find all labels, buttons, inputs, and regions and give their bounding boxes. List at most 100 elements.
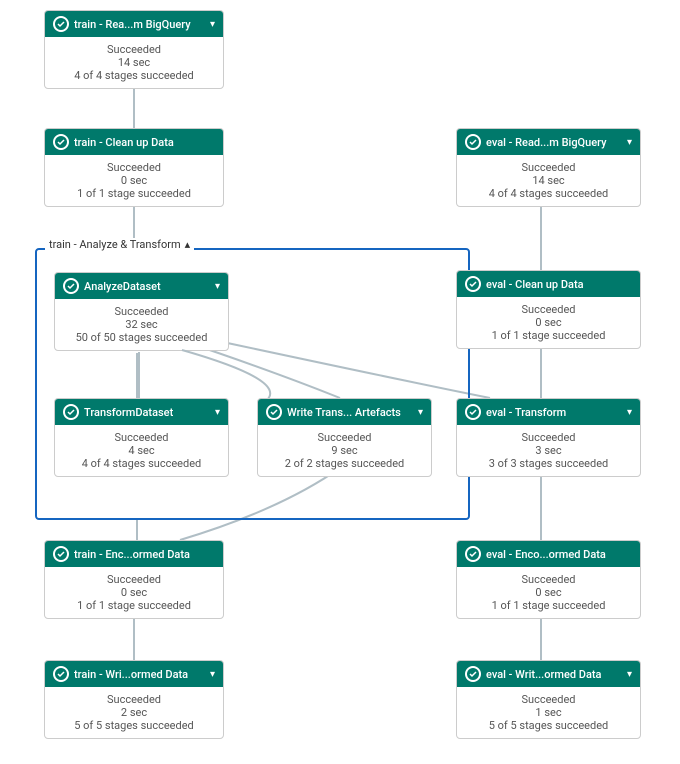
train-written-node[interactable]: train - Wri...ormed Data ▾ Succeeded 2 s… — [44, 660, 224, 739]
chevron-down-icon: ▾ — [210, 669, 215, 680]
transform-dataset-time: 4 sec — [63, 444, 220, 457]
train-encoded-stages: 1 of 1 stage succeeded — [53, 599, 215, 612]
eval-transform-title: eval - Transform — [486, 406, 622, 419]
pipeline-canvas: train - Rea...m BigQuery ▾ Succeeded 14 … — [0, 0, 680, 764]
group-title: train - Analyze & Transform — [49, 238, 181, 251]
train-cleanup-body: Succeeded 0 sec 1 of 1 stage succeeded — [45, 155, 223, 206]
eval-read-bigquery-title: eval - Read...m BigQuery — [486, 136, 622, 149]
eval-encoded-header: eval - Enco...ormed Data — [457, 541, 640, 567]
eval-written-status: Succeeded — [465, 693, 632, 706]
eval-written-time: 1 sec — [465, 706, 632, 719]
train-analyze-transform-group: train - Analyze & Transform ▴ AnalyzeDat… — [35, 248, 470, 520]
eval-encoded-time: 0 sec — [465, 586, 632, 599]
train-encoded-node[interactable]: train - Enc...ormed Data Succeeded 0 sec… — [44, 540, 224, 619]
train-written-header: train - Wri...ormed Data ▾ — [45, 661, 223, 687]
analyze-dataset-status: Succeeded — [63, 305, 220, 318]
train-read-bigquery-title: train - Rea...m BigQuery — [74, 18, 205, 31]
eval-written-title: eval - Writ...ormed Data — [486, 668, 622, 681]
analyze-dataset-time: 32 sec — [63, 318, 220, 331]
eval-read-bigquery-status: Succeeded — [465, 161, 632, 174]
train-read-bigquery-status: Succeeded — [53, 43, 215, 56]
analyze-dataset-body: Succeeded 32 sec 50 of 50 stages succeed… — [55, 299, 228, 350]
eval-cleanup-title: eval - Clean up Data — [486, 278, 632, 291]
success-icon — [63, 278, 79, 294]
train-written-stages: 5 of 5 stages succeeded — [53, 719, 215, 732]
transform-dataset-title: TransformDataset — [84, 406, 210, 419]
train-read-bigquery-node[interactable]: train - Rea...m BigQuery ▾ Succeeded 14 … — [44, 10, 224, 89]
eval-encoded-stages: 1 of 1 stage succeeded — [465, 599, 632, 612]
eval-written-header: eval - Writ...ormed Data ▾ — [457, 661, 640, 687]
eval-read-bigquery-stages: 4 of 4 stages succeeded — [465, 187, 632, 200]
write-transform-artefacts-header: Write Trans... Artefacts ▾ — [258, 399, 431, 425]
eval-transform-status: Succeeded — [465, 431, 632, 444]
eval-read-bigquery-body: Succeeded 14 sec 4 of 4 stages succeeded — [457, 155, 640, 206]
train-written-title: train - Wri...ormed Data — [74, 668, 205, 681]
success-icon — [465, 546, 481, 562]
success-icon — [465, 404, 481, 420]
write-transform-artefacts-body: Succeeded 9 sec 2 of 2 stages succeeded — [258, 425, 431, 476]
eval-transform-node[interactable]: eval - Transform ▾ Succeeded 3 sec 3 of … — [456, 398, 641, 477]
write-transform-artefacts-status: Succeeded — [266, 431, 423, 444]
success-icon — [465, 276, 481, 292]
chevron-down-icon: ▾ — [627, 669, 632, 680]
eval-transform-body: Succeeded 3 sec 3 of 3 stages succeeded — [457, 425, 640, 476]
eval-cleanup-header: eval - Clean up Data — [457, 271, 640, 297]
chevron-down-icon: ▾ — [215, 281, 220, 292]
chevron-up-icon: ▴ — [185, 238, 191, 251]
train-encoded-body: Succeeded 0 sec 1 of 1 stage succeeded — [45, 567, 223, 618]
train-encoded-status: Succeeded — [53, 573, 215, 586]
eval-transform-stages: 3 of 3 stages succeeded — [465, 457, 632, 470]
eval-cleanup-body: Succeeded 0 sec 1 of 1 stage succeeded — [457, 297, 640, 348]
chevron-down-icon: ▾ — [418, 407, 423, 418]
transform-dataset-node[interactable]: TransformDataset ▾ Succeeded 4 sec 4 of … — [54, 398, 229, 477]
eval-read-bigquery-header: eval - Read...m BigQuery ▾ — [457, 129, 640, 155]
success-icon — [63, 404, 79, 420]
success-icon — [266, 404, 282, 420]
write-transform-artefacts-time: 9 sec — [266, 444, 423, 457]
chevron-down-icon: ▾ — [627, 407, 632, 418]
analyze-dataset-node[interactable]: AnalyzeDataset ▾ Succeeded 32 sec 50 of … — [54, 272, 229, 351]
write-transform-artefacts-node[interactable]: Write Trans... Artefacts ▾ Succeeded 9 s… — [257, 398, 432, 477]
transform-dataset-stages: 4 of 4 stages succeeded — [63, 457, 220, 470]
eval-encoded-title: eval - Enco...ormed Data — [486, 548, 632, 561]
train-encoded-time: 0 sec — [53, 586, 215, 599]
analyze-dataset-stages: 50 of 50 stages succeeded — [63, 331, 220, 344]
eval-transform-time: 3 sec — [465, 444, 632, 457]
success-icon — [53, 666, 69, 682]
write-transform-artefacts-stages: 2 of 2 stages succeeded — [266, 457, 423, 470]
eval-encoded-status: Succeeded — [465, 573, 632, 586]
train-written-body: Succeeded 2 sec 5 of 5 stages succeeded — [45, 687, 223, 738]
eval-encoded-node[interactable]: eval - Enco...ormed Data Succeeded 0 sec… — [456, 540, 641, 619]
train-cleanup-title: train - Clean up Data — [74, 136, 215, 149]
eval-read-bigquery-time: 14 sec — [465, 174, 632, 187]
eval-cleanup-stages: 1 of 1 stage succeeded — [465, 329, 632, 342]
transform-dataset-status: Succeeded — [63, 431, 220, 444]
eval-transform-header: eval - Transform ▾ — [457, 399, 640, 425]
group-label: train - Analyze & Transform ▴ — [45, 238, 194, 251]
eval-encoded-body: Succeeded 0 sec 1 of 1 stage succeeded — [457, 567, 640, 618]
eval-cleanup-time: 0 sec — [465, 316, 632, 329]
train-read-bigquery-header: train - Rea...m BigQuery ▾ — [45, 11, 223, 37]
train-encoded-title: train - Enc...ormed Data — [74, 548, 215, 561]
eval-read-bigquery-node[interactable]: eval - Read...m BigQuery ▾ Succeeded 14 … — [456, 128, 641, 207]
success-icon — [53, 16, 69, 32]
success-icon — [53, 134, 69, 150]
eval-written-node[interactable]: eval - Writ...ormed Data ▾ Succeeded 1 s… — [456, 660, 641, 739]
analyze-dataset-header: AnalyzeDataset ▾ — [55, 273, 228, 299]
train-written-time: 2 sec — [53, 706, 215, 719]
eval-written-body: Succeeded 1 sec 5 of 5 stages succeeded — [457, 687, 640, 738]
train-read-bigquery-stages: 4 of 4 stages succeeded — [53, 69, 215, 82]
train-encoded-header: train - Enc...ormed Data — [45, 541, 223, 567]
train-cleanup-node[interactable]: train - Clean up Data Succeeded 0 sec 1 … — [44, 128, 224, 207]
train-cleanup-header: train - Clean up Data — [45, 129, 223, 155]
train-cleanup-time: 0 sec — [53, 174, 215, 187]
train-cleanup-status: Succeeded — [53, 161, 215, 174]
eval-cleanup-node[interactable]: eval - Clean up Data Succeeded 0 sec 1 o… — [456, 270, 641, 349]
transform-dataset-header: TransformDataset ▾ — [55, 399, 228, 425]
success-icon — [53, 546, 69, 562]
chevron-down-icon: ▾ — [210, 19, 215, 30]
eval-written-stages: 5 of 5 stages succeeded — [465, 719, 632, 732]
analyze-dataset-title: AnalyzeDataset — [84, 280, 210, 293]
eval-cleanup-status: Succeeded — [465, 303, 632, 316]
train-written-status: Succeeded — [53, 693, 215, 706]
